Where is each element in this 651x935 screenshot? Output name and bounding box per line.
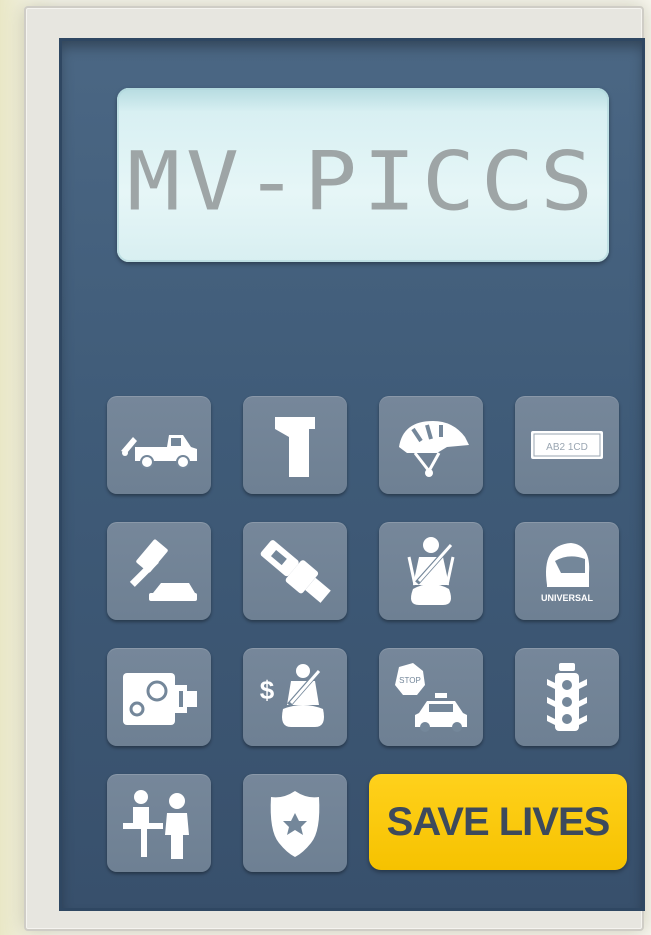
helmet-brand-text: UNIVERSAL (541, 593, 594, 603)
key-child-seat-belt[interactable] (379, 522, 483, 620)
key-traffic-light[interactable] (515, 648, 619, 746)
police-badge-icon (270, 791, 320, 857)
officer-at-desk-icon (123, 790, 189, 859)
key-speed-camera[interactable] (107, 648, 211, 746)
stop-sign-police-car-icon: STOP (395, 663, 467, 732)
speed-camera-icon (123, 673, 197, 725)
seat-belt-buckle-icon (260, 540, 331, 603)
key-gavel[interactable] (107, 522, 211, 620)
gavel-icon (129, 539, 197, 601)
key-seat-belt-fine[interactable]: $ (243, 648, 347, 746)
motorcycle-helmet-icon: UNIVERSAL (541, 543, 594, 603)
save-lives-label: SAVE LIVES (386, 799, 611, 844)
key-license-plate[interactable]: AB2 1CD (515, 396, 619, 494)
key-tow-truck[interactable] (107, 396, 211, 494)
key-motorcycle-helmet[interactable]: UNIVERSAL (515, 522, 619, 620)
seat-belt-fine-icon: $ (260, 664, 324, 727)
license-plate-text: AB2 1CD (546, 442, 588, 453)
lcd-display: MV-PICCS (117, 88, 609, 262)
traffic-light-icon (547, 663, 587, 731)
tow-truck-icon (121, 435, 197, 469)
child-seat-belt-icon (407, 537, 455, 605)
license-plate-icon: AB2 1CD (531, 431, 603, 459)
key-seat-belt[interactable] (243, 522, 347, 620)
save-lives-button[interactable]: SAVE LIVES (369, 774, 627, 870)
bicycle-helmet-icon (399, 421, 469, 477)
device-frame: MV-PICCS AB2 1CD UNIVERSAL $ STOP SAVE L… (24, 6, 645, 931)
display-text: MV-PICCS (127, 134, 599, 229)
key-officer-desk[interactable] (107, 774, 211, 872)
breathalyzer-icon (275, 417, 315, 477)
stop-sign-text: STOP (399, 676, 421, 685)
svg-text:$: $ (260, 675, 275, 705)
key-police-badge[interactable] (243, 774, 347, 872)
calculator-panel: MV-PICCS AB2 1CD UNIVERSAL $ STOP SAVE L… (59, 38, 645, 911)
key-bicycle-helmet[interactable] (379, 396, 483, 494)
key-stop-police[interactable]: STOP (379, 648, 483, 746)
key-breathalyzer[interactable] (243, 396, 347, 494)
